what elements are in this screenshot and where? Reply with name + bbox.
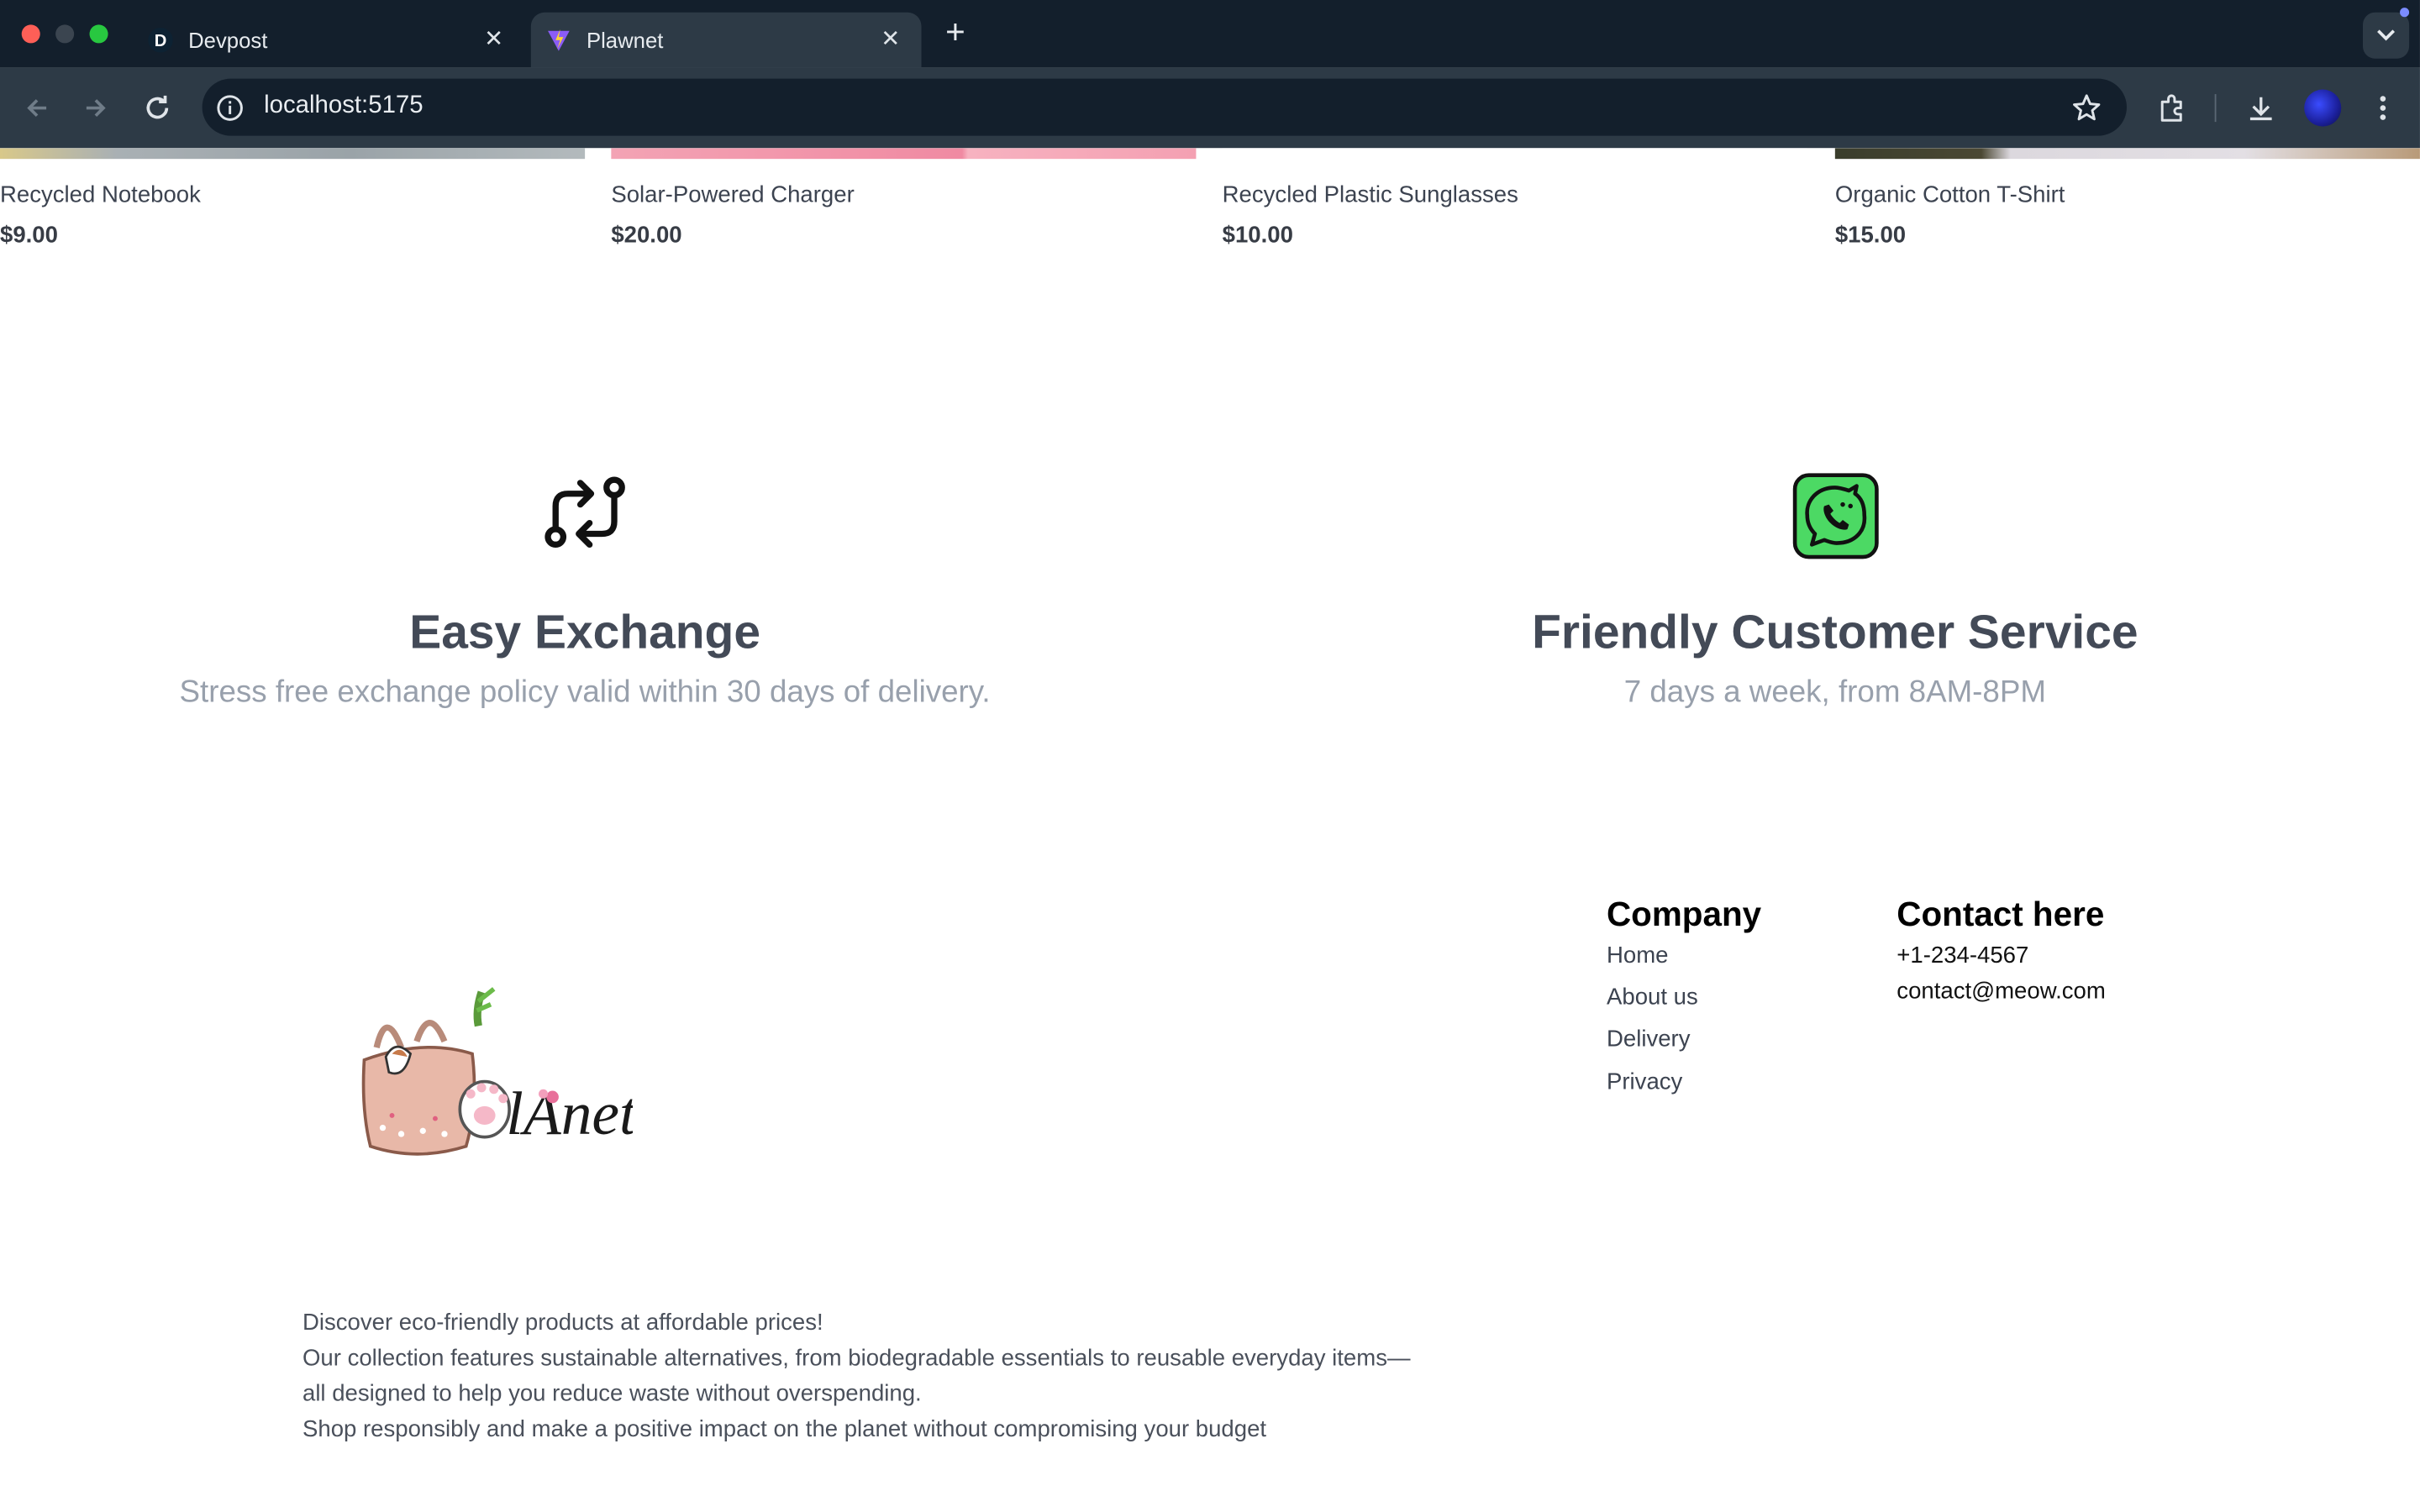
feature-title: Friendly Customer Service — [1532, 604, 2139, 659]
new-tab-button[interactable]: + — [939, 14, 972, 49]
site-info-icon[interactable] — [214, 92, 245, 123]
product-card[interactable]: Solar-Powered Charger $20.00 — [611, 182, 854, 249]
about-line: Shop responsibly and make a positive imp… — [302, 1416, 1267, 1443]
minimize-window-button[interactable] — [55, 24, 75, 44]
profile-avatar[interactable] — [2304, 89, 2342, 127]
product-name[interactable]: Organic Cotton T-Shirt — [1835, 182, 2065, 208]
product-image[interactable] — [1834, 148, 2420, 160]
tab-plawnet[interactable]: Plawnet ✕ — [530, 12, 922, 68]
close-tab-icon[interactable]: ✕ — [878, 27, 902, 52]
about-line: Our collection features sustainable alte… — [302, 1345, 1411, 1408]
close-window-button[interactable] — [21, 24, 40, 44]
browser-window: D Devpost ✕ Plawnet ✕ + localhost:5175 R… — [0, 0, 2420, 1512]
footer-contact-title: Contact here — [1897, 895, 2105, 934]
toolbar-divider — [2214, 94, 2217, 123]
feature-easy-exchange: Easy Exchange Stress free exchange polic… — [122, 472, 1048, 711]
svg-text:D: D — [155, 32, 167, 50]
feature-subtitle: Stress free exchange policy valid within… — [179, 675, 991, 710]
contact-email[interactable]: contact@meow.com — [1897, 978, 2105, 1004]
product-price: $9.00 — [0, 222, 58, 249]
maximize-window-button[interactable] — [89, 24, 108, 44]
cat-phone-chat-icon — [1372, 472, 2298, 559]
product-price: $20.00 — [611, 222, 682, 249]
notification-dot — [2400, 8, 2410, 18]
extensions-puzzle-icon[interactable] — [2153, 90, 2190, 127]
product-price: $15.00 — [1834, 222, 1907, 249]
product-card[interactable]: Recycled Notebook $9.00 — [0, 182, 201, 249]
product-price: $10.00 — [1222, 222, 1293, 249]
arrow-right-icon — [86, 99, 106, 118]
vite-logo-icon — [546, 28, 571, 52]
kebab-menu-icon[interactable] — [2365, 90, 2402, 127]
toolbar: localhost:5175 — [0, 67, 2420, 149]
tab-title: Plawnet — [586, 28, 664, 53]
address-bar[interactable]: localhost:5175 — [202, 78, 2127, 136]
tab-title: Devpost — [188, 28, 268, 53]
product-name[interactable]: Solar-Powered Charger — [611, 182, 854, 208]
feature-title: Easy Exchange — [409, 604, 761, 659]
back-button[interactable] — [18, 90, 55, 127]
url-text[interactable]: localhost:5175 — [264, 92, 424, 120]
forward-button[interactable] — [77, 90, 114, 127]
footer-about-text: Discover eco-friendly products at afford… — [302, 1305, 1413, 1447]
downloads-icon[interactable] — [2243, 90, 2280, 127]
footer-company-title: Company — [1607, 895, 1762, 934]
product-name[interactable]: Recycled Plastic Sunglasses — [1223, 182, 1518, 208]
arrow-left-icon — [27, 99, 47, 118]
about-line: Discover eco-friendly products at afford… — [302, 1310, 823, 1336]
devpost-d-icon: D — [148, 28, 173, 53]
product-card[interactable]: Recycled Plastic Sunglasses $10.00 — [1223, 182, 1518, 249]
tab-bar: D Devpost ✕ Plawnet ✕ + — [0, 0, 2420, 68]
page-content: Recycled Notebook $9.00 Solar-Powered Ch… — [0, 148, 2420, 1512]
product-card[interactable]: Organic Cotton T-Shirt $15.00 — [1835, 182, 2065, 249]
footer-link-privacy[interactable]: Privacy — [1607, 1069, 1682, 1095]
tab-search-button[interactable] — [2362, 12, 2410, 59]
reload-icon — [146, 95, 169, 119]
feature-customer-service: Friendly Customer Service 7 days a week,… — [1372, 472, 2298, 711]
product-image[interactable] — [0, 148, 586, 160]
product-image[interactable] — [611, 148, 1197, 160]
footer-link-about[interactable]: About us — [1607, 984, 1698, 1011]
product-name[interactable]: Recycled Notebook — [0, 182, 201, 208]
contact-phone[interactable]: +1-234-4567 — [1897, 942, 2028, 969]
footer-link-delivery[interactable]: Delivery — [1607, 1026, 1691, 1052]
exchange-arrows-icon — [122, 472, 1048, 559]
tab-devpost[interactable]: D Devpost ✕ — [133, 13, 525, 68]
plawnet-logo[interactable]: lAnet — [355, 986, 638, 1161]
reload-button[interactable] — [139, 90, 176, 127]
product-image[interactable] — [1222, 148, 1807, 160]
logo-wordmark: lAnet — [506, 1079, 633, 1147]
bookmark-star-icon[interactable] — [2071, 92, 2102, 123]
footer-link-home[interactable]: Home — [1607, 942, 1668, 969]
feature-subtitle: 7 days a week, from 8AM-8PM — [1623, 675, 2046, 710]
close-tab-icon[interactable]: ✕ — [481, 27, 506, 52]
chevron-down-icon — [2377, 29, 2396, 41]
